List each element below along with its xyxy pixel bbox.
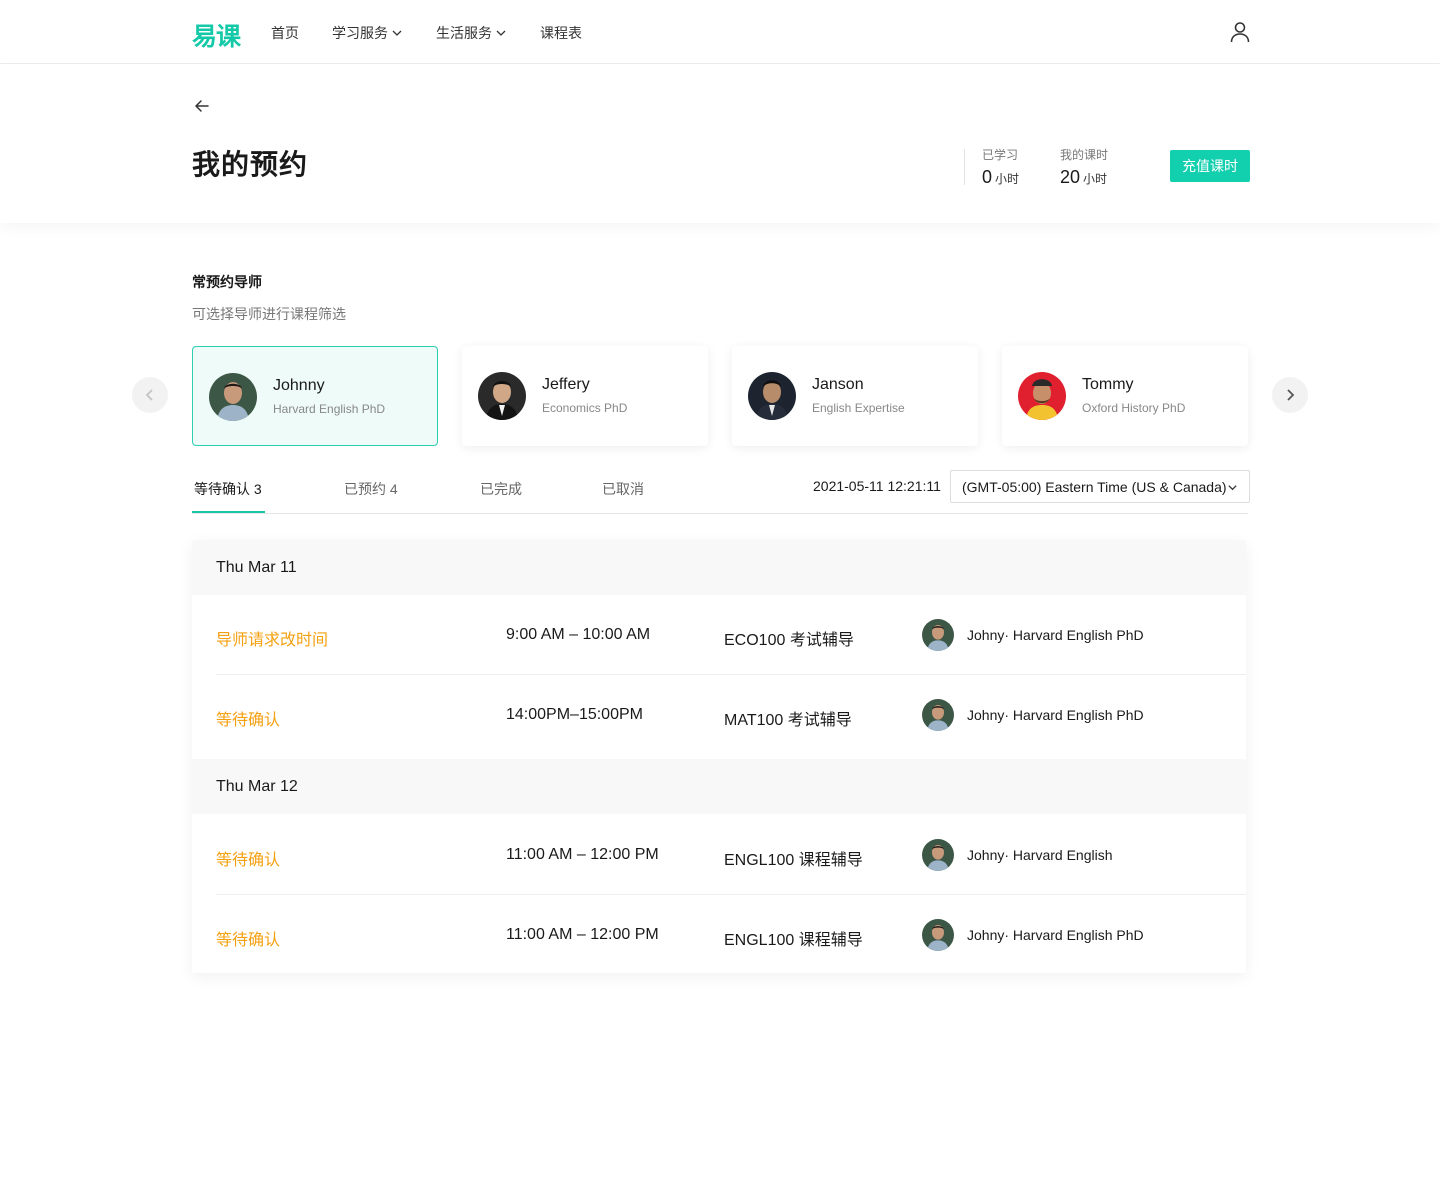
nav-item-label: 生活服务: [436, 25, 492, 41]
tab-cancelled[interactable]: 已取消: [602, 479, 644, 499]
back-arrow-icon[interactable]: [192, 96, 212, 116]
tutor-card-johnny[interactable]: Johnny Harvard English PhD: [192, 346, 438, 446]
tutor-card-janson[interactable]: Janson English Expertise: [732, 346, 978, 446]
appointment-row[interactable]: 导师请求改时间 9:00 AM – 10:00 AM ECO100 考试辅导 J…: [192, 595, 1246, 675]
appointment-teacher: Johny· Harvard English PhD: [967, 627, 1144, 643]
tabs-divider: [192, 513, 1248, 514]
appointment-teacher: Johny· Harvard English PhD: [967, 707, 1144, 723]
active-tab-indicator: [192, 511, 265, 513]
nav-item-label: 课程表: [540, 25, 582, 41]
top-nav: 易课 首页 学习服务 生活服务 课程表: [0, 0, 1440, 64]
tutor-name: Jeffery: [542, 376, 590, 393]
appointment-status: 等待确认: [216, 932, 281, 949]
page-title: 我的预约: [192, 149, 309, 180]
stat-label: 我的课时: [1060, 148, 1109, 162]
avatar: [478, 372, 526, 420]
carousel-next-button[interactable]: [1272, 377, 1308, 413]
chevron-down-icon: [1228, 485, 1237, 491]
appointment-course: ENGL100 课程辅导: [724, 932, 863, 949]
avatar: [922, 919, 954, 951]
tutors-section-title: 常预约导师: [192, 274, 262, 290]
chevron-down-icon: [496, 30, 506, 36]
appointment-row[interactable]: 等待确认 14:00PM–15:00PM MAT100 考试辅导 Johny· …: [192, 675, 1246, 755]
user-icon[interactable]: [1228, 20, 1252, 44]
appointment-status: 等待确认: [216, 712, 281, 729]
nav-item-life-services[interactable]: 生活服务: [436, 23, 507, 43]
appointment-teacher: Johny· Harvard English PhD: [967, 847, 1117, 863]
tutor-name: Johnny: [273, 377, 325, 394]
stat-label: 已学习: [982, 148, 1019, 162]
chevron-down-icon: [392, 30, 402, 36]
avatar: [922, 699, 954, 731]
appointment-time: 11:00 AM – 12:00 PM: [506, 846, 659, 863]
appointment-course: MAT100 考试辅导: [724, 712, 852, 729]
tutor-card-tommy[interactable]: Tommy Oxford History PhD: [1002, 346, 1248, 446]
appointment-row[interactable]: 等待确认 11:00 AM – 12:00 PM ENGL100 课程辅导 Jo…: [192, 895, 1246, 973]
nav-item-schedule[interactable]: 课程表: [540, 23, 582, 43]
tutor-description: English Expertise: [812, 401, 905, 415]
recharge-button[interactable]: 充值课时: [1170, 150, 1250, 182]
tutor-description: Economics PhD: [542, 401, 628, 415]
chevron-right-icon: [1287, 389, 1295, 401]
stat-value: 20: [1060, 167, 1081, 187]
logo[interactable]: 易课: [192, 17, 241, 53]
nav-item-label: 学习服务: [332, 25, 388, 41]
avatar: [922, 839, 954, 871]
appointment-status: 导师请求改时间: [216, 632, 329, 649]
tutor-card-jeffery[interactable]: Jeffery Economics PhD: [462, 346, 708, 446]
stat-divider: [964, 149, 965, 185]
nav-item-home[interactable]: 首页: [271, 23, 299, 43]
current-time: 2021-05-11 12:21:11: [813, 478, 941, 494]
avatar: [748, 372, 796, 420]
tutor-description: Harvard English PhD: [273, 402, 386, 416]
nav-item-study-services[interactable]: 学习服务: [332, 23, 403, 43]
tutor-name: Janson: [812, 376, 864, 393]
tutor-name: Tommy: [1082, 376, 1134, 393]
appointment-row[interactable]: 等待确认 11:00 AM – 12:00 PM ENGL100 课程辅导 Jo…: [192, 815, 1246, 895]
tab-pending[interactable]: 等待确认 3: [194, 479, 262, 499]
my-hours-stat: 我的课时 20 小时: [1060, 146, 1108, 188]
tab-booked[interactable]: 已预约 4: [344, 479, 398, 499]
nav-item-label: 首页: [271, 25, 299, 41]
carousel-prev-button[interactable]: [132, 377, 168, 413]
chevron-left-icon: [145, 389, 153, 401]
appointment-time: 14:00PM–15:00PM: [506, 706, 643, 723]
appointment-teacher: Johny· Harvard English PhD: [967, 927, 1144, 943]
stat-value: 0: [982, 167, 993, 187]
avatar: [1018, 372, 1066, 420]
date-label: Thu Mar 11: [216, 559, 297, 576]
date-header: Thu Mar 11: [192, 540, 1246, 595]
date-header: Thu Mar 12: [192, 759, 1246, 814]
timezone-select[interactable]: (GMT-05:00) Eastern Time (US & Canada): [950, 470, 1250, 503]
timezone-value: (GMT-05:00) Eastern Time (US & Canada): [962, 478, 1227, 495]
appointment-time: 11:00 AM – 12:00 PM: [506, 926, 659, 943]
studied-hours-stat: 已学习 0 小时: [982, 146, 1019, 188]
appointment-course: ECO100 考试辅导: [724, 632, 854, 649]
avatar: [209, 373, 257, 421]
tutors-section-subtitle: 可选择导师进行课程筛选: [192, 306, 346, 322]
tab-completed[interactable]: 已完成: [480, 479, 522, 499]
appointment-course: ENGL100 课程辅导: [724, 852, 863, 869]
avatar: [922, 619, 954, 651]
appointment-list: Thu Mar 11 导师请求改时间 9:00 AM – 10:00 AM EC…: [192, 540, 1246, 973]
stat-unit: 小时: [1083, 172, 1108, 186]
stat-unit: 小时: [995, 172, 1020, 186]
tutor-description: Oxford History PhD: [1082, 401, 1186, 415]
date-label: Thu Mar 12: [216, 778, 298, 795]
appointment-status: 等待确认: [216, 852, 281, 869]
appointment-time: 9:00 AM – 10:00 AM: [506, 626, 651, 643]
